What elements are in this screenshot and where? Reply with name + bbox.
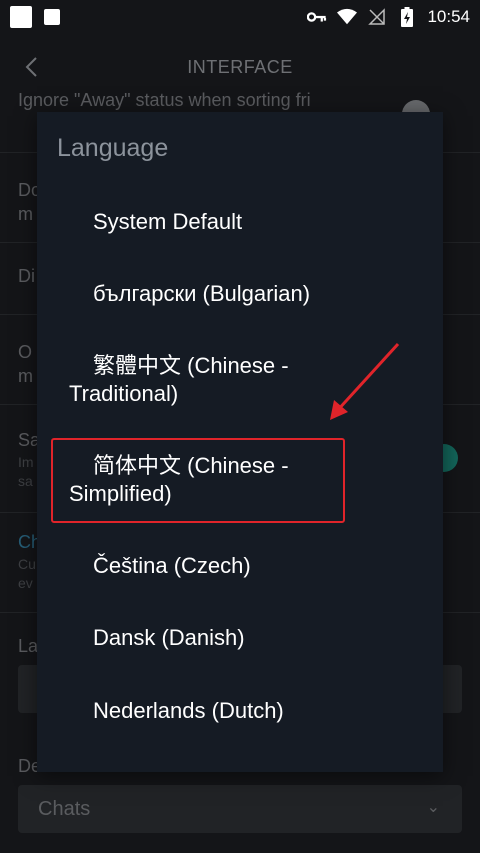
option-label: български (Bulgarian) <box>93 281 311 306</box>
key-icon <box>307 7 327 27</box>
language-option-dutch[interactable]: Nederlands (Dutch) <box>69 697 429 725</box>
dialog-title: Language <box>57 134 169 162</box>
status-bar: 10:54 <box>0 0 480 34</box>
language-option-czech[interactable]: Čeština (Czech) <box>69 552 429 580</box>
no-sim-icon <box>367 7 387 27</box>
language-option-danish[interactable]: Dansk (Danish) <box>69 624 429 652</box>
wifi-icon <box>337 7 358 27</box>
battery-charging-icon <box>397 7 417 27</box>
clock-time: 10:54 <box>427 7 470 26</box>
notification-square-icon <box>10 6 32 28</box>
annotation-arrow-icon <box>330 342 400 420</box>
option-label: Dansk (Danish) <box>93 625 245 650</box>
highlight-box <box>51 438 345 523</box>
language-option-system-default[interactable]: System Default <box>69 208 429 236</box>
notification-square-icon <box>44 9 60 25</box>
option-label: Čeština (Czech) <box>93 553 251 578</box>
language-option-bulgarian[interactable]: български (Bulgarian) <box>69 280 429 308</box>
option-label: Nederlands (Dutch) <box>93 698 284 723</box>
option-label: System Default <box>93 209 243 234</box>
